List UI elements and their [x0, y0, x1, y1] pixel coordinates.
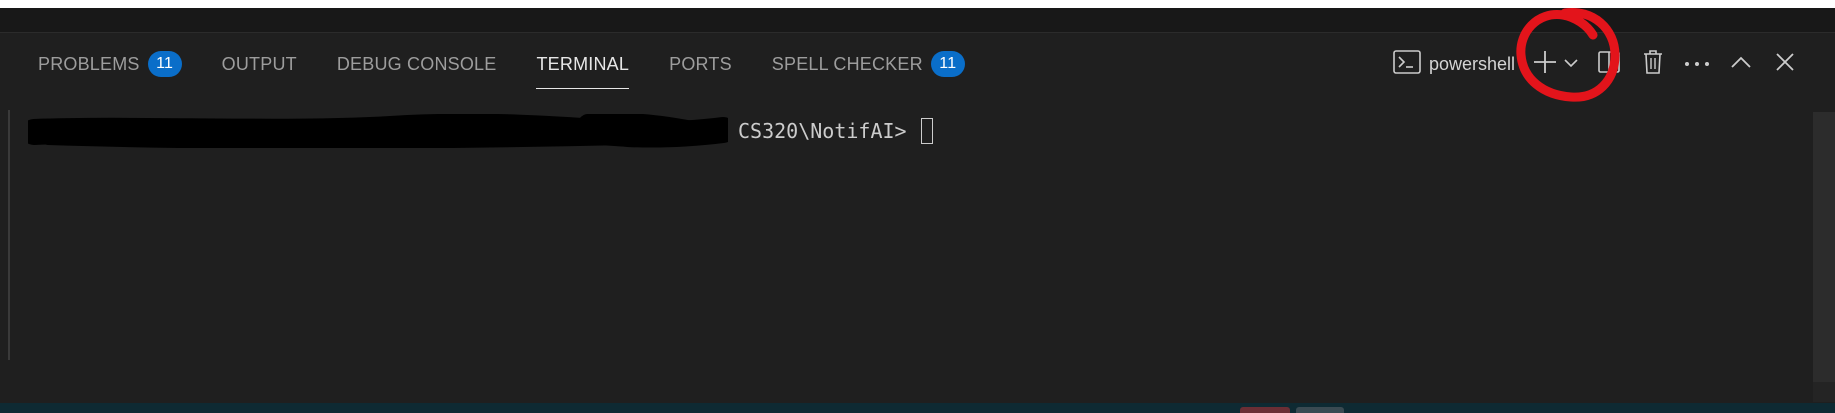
- tab-problems[interactable]: PROBLEMS 11: [38, 47, 182, 81]
- terminal-area[interactable]: [8, 108, 1808, 378]
- chevron-up-icon: [1730, 55, 1752, 74]
- terminal-instance-selector[interactable]: powershell: [1393, 48, 1515, 80]
- tab-spell-checker[interactable]: SPELL CHECKER 11: [772, 47, 965, 81]
- tab-spell-checker-label: SPELL CHECKER: [771, 53, 923, 74]
- terminal-scrollbar-thumb[interactable]: [1813, 112, 1835, 382]
- maximize-panel-button[interactable]: [1727, 48, 1755, 80]
- prompt-path-text: CS320\NotifAI>: [738, 119, 907, 143]
- tab-ports-label: PORTS: [669, 53, 732, 74]
- panel-tabs: PROBLEMS 11 OUTPUT DEBUG CONSOLE TERMINA…: [38, 47, 1005, 89]
- more-actions-button[interactable]: [1683, 48, 1711, 80]
- terminal-prompt-line: CS320\NotifAI>: [28, 114, 933, 148]
- close-panel-button[interactable]: [1771, 48, 1799, 80]
- top-window-strip: [0, 0, 1835, 8]
- ellipsis-icon: [1684, 55, 1710, 73]
- tab-output-label: OUTPUT: [221, 53, 297, 74]
- tab-debug-console[interactable]: DEBUG CONSOLE: [337, 47, 497, 81]
- trash-icon: [1642, 49, 1664, 80]
- tab-problems-label: PROBLEMS: [38, 53, 140, 74]
- tab-ports[interactable]: PORTS: [669, 47, 732, 81]
- new-terminal-button[interactable]: [1531, 48, 1559, 80]
- split-terminal-button[interactable]: [1595, 48, 1623, 80]
- chevron-down-icon: [1564, 55, 1578, 73]
- terminal-cursor: [920, 118, 933, 144]
- vscode-panel-screenshot: PROBLEMS 11 OUTPUT DEBUG CONSOLE TERMINA…: [0, 0, 1835, 413]
- close-icon: [1775, 52, 1795, 77]
- tab-debug-console-label: DEBUG CONSOLE: [336, 53, 497, 74]
- bottom-taskbar-mark: [1240, 407, 1290, 413]
- kill-terminal-button[interactable]: [1639, 48, 1667, 80]
- terminal-icon: [1393, 49, 1421, 79]
- launch-profile-dropdown-button[interactable]: [1563, 48, 1579, 80]
- redaction-scribble: [28, 114, 728, 148]
- problems-count-badge: 11: [147, 51, 182, 77]
- editor-top-bar: [0, 8, 1835, 32]
- tab-output[interactable]: OUTPUT: [222, 47, 297, 81]
- bottom-status-strip: [0, 403, 1835, 413]
- plus-icon: [1532, 49, 1558, 80]
- split-editor-icon: [1598, 50, 1620, 79]
- tab-terminal[interactable]: TERMINAL: [536, 47, 630, 89]
- terminal-toolbar: powershell: [1393, 45, 1799, 83]
- bottom-taskbar-mark: [1296, 407, 1344, 413]
- tab-terminal-label: TERMINAL: [536, 53, 630, 74]
- terminal-name-label: powershell: [1428, 53, 1515, 74]
- spell-checker-count-badge: 11: [930, 51, 965, 77]
